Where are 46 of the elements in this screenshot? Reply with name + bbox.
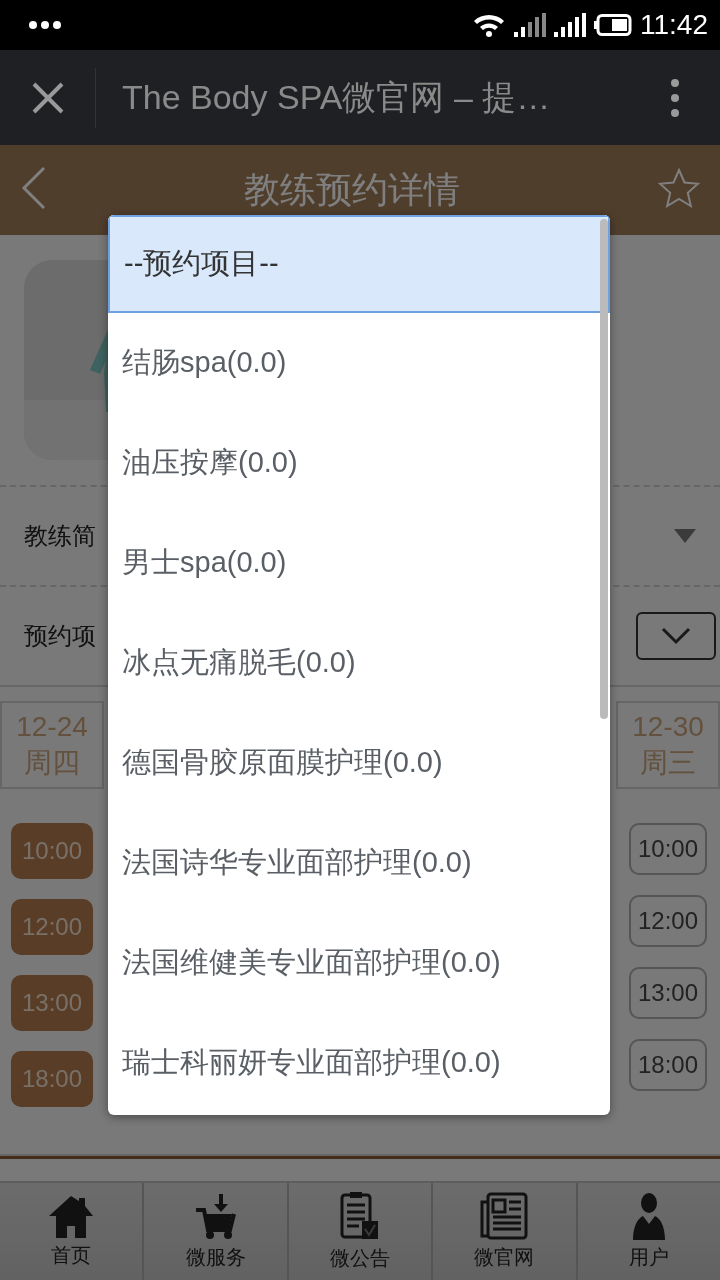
nav-tab[interactable]: 微服务: [144, 1183, 289, 1280]
star-icon: [658, 168, 700, 208]
more-icon: [28, 20, 62, 30]
time-slot[interactable]: 13:00: [11, 975, 93, 1031]
signal-icon: [514, 13, 546, 37]
date-header: 12-30 周三: [616, 701, 720, 789]
time-slot[interactable]: 10:00: [629, 823, 707, 875]
status-time: 11:42: [640, 9, 708, 41]
wifi-icon: [472, 12, 506, 38]
nav-tab[interactable]: 微公告: [288, 1183, 434, 1280]
time-slot[interactable]: 12:00: [11, 899, 93, 955]
time-slot[interactable]: 10:00: [11, 823, 93, 879]
screen-title: 教练预约详情: [244, 167, 460, 212]
dropdown-option[interactable]: 油压按摩(0.0): [108, 413, 610, 513]
select-field[interactable]: [636, 612, 716, 660]
signal-icon: [554, 13, 586, 37]
back-icon: [20, 166, 46, 210]
time-slot[interactable]: 18:00: [629, 1039, 707, 1091]
field-label: 教练简: [24, 521, 96, 551]
home-icon: [47, 1194, 96, 1238]
dropdown-option[interactable]: 结肠spa(0.0): [108, 313, 610, 413]
close-icon: [30, 80, 65, 115]
dropdown-option[interactable]: --预约项目--: [108, 215, 610, 313]
newspaper-icon: [480, 1192, 529, 1240]
user-icon: [631, 1192, 666, 1240]
time-slot[interactable]: 12:00: [629, 895, 707, 947]
dropdown-option[interactable]: 男士spa(0.0): [108, 513, 610, 613]
caret-down-icon[interactable]: [674, 529, 696, 543]
cart-icon: [193, 1192, 238, 1240]
nav-tab[interactable]: 用户: [577, 1183, 720, 1280]
checklist-icon: [340, 1191, 380, 1241]
nav-tab[interactable]: 首页: [0, 1183, 145, 1280]
nav-tab[interactable]: 微官网: [433, 1183, 578, 1280]
dropdown-option[interactable]: 瑞士科丽妍专业面部护理(0.0): [108, 1013, 610, 1113]
battery-icon: [594, 14, 632, 36]
page-title: The Body SPA微官网 – 提…: [121, 76, 552, 118]
date-header: 12-24 周四: [0, 701, 104, 789]
time-slot[interactable]: 18:00: [11, 1051, 93, 1107]
dropdown-option[interactable]: 法国诗华专业面部护理(0.0): [108, 813, 610, 913]
menu-icon: [670, 77, 680, 118]
chevron-down-icon: [661, 627, 691, 645]
dropdown-option[interactable]: 德国骨胶原面膜护理(0.0): [108, 713, 610, 813]
field-label: 预约项: [24, 621, 96, 651]
dropdown-option[interactable]: 法国维健美专业面部护理(0.0): [108, 913, 610, 1013]
time-slot[interactable]: 13:00: [629, 967, 707, 1019]
dropdown-option[interactable]: 冰点无痛脱毛(0.0): [108, 613, 610, 713]
